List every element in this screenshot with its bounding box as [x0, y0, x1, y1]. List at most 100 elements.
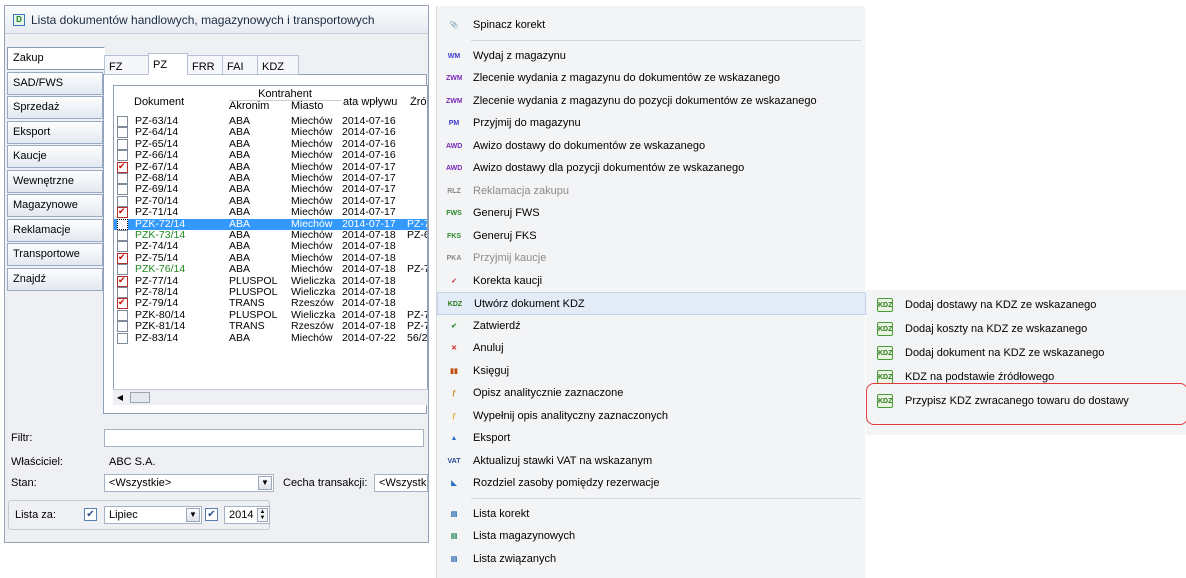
row-checkbox[interactable]	[117, 116, 128, 127]
submenu-item[interactable]: KDZ Dodaj dostawy na KDZ ze wskazanego	[866, 294, 1186, 317]
col-header-akronim[interactable]: Akronim	[229, 100, 269, 112]
kdz-icon: KDZ	[877, 298, 893, 312]
row-checkbox[interactable]	[117, 127, 128, 139]
sidebar-item-transportowe[interactable]: Transportowe	[7, 243, 103, 266]
row-checkbox[interactable]	[117, 297, 128, 310]
menu-item[interactable]: ◣ Rozdziel zasoby pomiędzy rezerwacje	[437, 472, 866, 495]
row-checkbox[interactable]	[117, 332, 128, 344]
filter-input[interactable]	[104, 429, 424, 447]
menu-item[interactable]: ▮▮ Księguj	[437, 360, 866, 383]
table-row[interactable]: PZ-74/14 ABA Miechów 2014-07-18	[114, 241, 427, 253]
submenu-item[interactable]: KDZ Dodaj dokument na KDZ ze wskazanego	[866, 342, 1186, 365]
sidebar-item-zakup[interactable]: Zakup	[7, 47, 105, 70]
menu-item[interactable]: ZWM Zlecenie wydania z magazynu do dokume…	[437, 67, 866, 90]
table-row[interactable]: PZ-67/14 ABA Miechów 2014-07-17	[114, 161, 427, 173]
menu-item[interactable]: ZWM Zlecenie wydania z magazynu do pozycj…	[437, 90, 866, 113]
table-row[interactable]: PZ-63/14 ABA Miechów 2014-07-16	[114, 116, 427, 127]
table-row[interactable]: PZ-83/14 ABA Miechów 2014-07-22 56/20	[114, 332, 427, 344]
month-dropdown-icon[interactable]: ▼	[186, 508, 200, 522]
menu-item[interactable]: ƒ Wypełnij opis analityczny zaznaczonych	[437, 405, 866, 428]
row-checkbox[interactable]	[117, 252, 128, 264]
table-row[interactable]: PZ-78/14 PLUSPOL Wieliczka 2014-07-18	[114, 287, 427, 298]
row-checkbox[interactable]	[117, 173, 128, 184]
sidebar-item-sprzeda[interactable]: Sprzedaż	[7, 96, 103, 119]
menu-item[interactable]: ✓ Korekta kaucji	[437, 270, 866, 293]
table-row[interactable]: PZ-75/14 ABA Miechów 2014-07-18	[114, 252, 427, 264]
scroll-thumb[interactable]	[130, 392, 150, 403]
transaction-feature-select[interactable]: <Wszystkie	[374, 474, 428, 492]
menu-item[interactable]: ✔ Zatwierdź	[437, 315, 866, 338]
submenu-item[interactable]: KDZ Dodaj koszty na KDZ ze wskazanego	[866, 318, 1186, 341]
menu-item[interactable]: AWD Awizo dostawy do dokumentów ze wskaza…	[437, 135, 866, 158]
table-row[interactable]: PZK-76/14 ABA Miechów 2014-07-18 PZ-75,	[114, 264, 427, 276]
row-checkbox[interactable]	[117, 161, 128, 173]
menu-item[interactable]: WM Wydaj z magazynu	[437, 45, 866, 68]
table-row[interactable]: PZ-68/14 ABA Miechów 2014-07-17	[114, 173, 427, 184]
tab-frr[interactable]: FRR	[187, 55, 223, 75]
status-dropdown-icon[interactable]: ▼	[258, 476, 272, 490]
sidebar-item-reklamacje[interactable]: Reklamacje	[7, 218, 103, 242]
table-row[interactable]: PZ-70/14 ABA Miechów 2014-07-17	[114, 195, 427, 207]
row-checkbox[interactable]	[117, 321, 128, 333]
table-row[interactable]: PZ-69/14 ABA Miechów 2014-07-17	[114, 184, 427, 196]
row-checkbox[interactable]	[117, 206, 128, 219]
menu-item[interactable]: KDZ Utwórz dokument KDZ	[437, 292, 866, 315]
col-header-dokument[interactable]: Dokument	[134, 96, 184, 108]
table-row[interactable]: PZ-71/14 ABA Miechów 2014-07-17	[114, 206, 427, 219]
row-checkbox[interactable]	[117, 241, 128, 253]
year-checkbox[interactable]: ✔	[205, 508, 218, 521]
menu-item[interactable]: ▲ Eksport	[437, 427, 866, 450]
table-row[interactable]: PZK-72/14 ABA Miechów 2014-07-17 PZ-71	[114, 218, 427, 230]
menu-item[interactable]: ▤ Lista magazynowych	[437, 525, 866, 548]
row-checkbox[interactable]	[117, 287, 128, 298]
status-select[interactable]: <Wszystkie>	[104, 474, 274, 492]
tab-fai[interactable]: FAI	[222, 55, 258, 75]
col-header-data[interactable]: ata wpływu	[343, 96, 407, 108]
row-checkbox[interactable]	[117, 150, 128, 162]
horizontal-scrollbar[interactable]: ◀	[113, 389, 428, 405]
menu-item[interactable]: FKS Generuj FKS	[437, 225, 866, 248]
menu-item[interactable]: VAT Aktualizuj stawki VAT na wskazanym	[437, 450, 866, 473]
cell-receipt-date: 2014-07-18	[342, 252, 396, 264]
table-row[interactable]: PZK-80/14 PLUSPOL Wieliczka 2014-07-18 PZ-77…	[114, 309, 427, 321]
tab-pz[interactable]: PZ	[148, 53, 188, 75]
row-checkbox[interactable]	[117, 138, 128, 150]
tab-fz[interactable]: FZ	[104, 55, 149, 75]
menu-item[interactable]: 📎 Spinacz korekt	[437, 14, 866, 37]
year-stepper-icon[interactable]: ▲ ▼	[257, 508, 268, 522]
table-row[interactable]: PZ-79/14 TRANS Rzeszów 2014-07-18	[114, 297, 427, 310]
table-row[interactable]: PZ-66/14 ABA Miechów 2014-07-16	[114, 150, 427, 162]
documents-grid[interactable]: Dokument Kontrahent Akronim Miasto ata w…	[113, 85, 428, 405]
row-checkbox[interactable]	[117, 275, 128, 287]
row-checkbox[interactable]	[117, 195, 128, 207]
menu-item[interactable]: ✕ Anuluj	[437, 337, 866, 360]
row-checkbox[interactable]	[117, 218, 128, 230]
sidebar-item-magazynowe[interactable]: Magazynowe	[7, 194, 103, 217]
sidebar-item-sadfws[interactable]: SAD/FWS	[7, 71, 103, 95]
sidebar-item-znajd[interactable]: Znajdź	[7, 267, 103, 291]
menu-item[interactable]: ƒ Opisz analitycznie zaznaczone	[437, 382, 866, 405]
table-row[interactable]: PZ-65/14 ABA Miechów 2014-07-16	[114, 138, 427, 150]
table-row[interactable]: PZK-73/14 ABA Miechów 2014-07-18 PZ-67,	[114, 230, 427, 241]
month-checkbox[interactable]: ✔	[84, 508, 97, 521]
table-row[interactable]: PZK-81/14 TRANS Rzeszów 2014-07-18 PZ-79,	[114, 321, 427, 333]
row-checkbox[interactable]	[117, 184, 128, 196]
menu-item[interactable]: ▤ Lista związanych	[437, 548, 866, 571]
table-row[interactable]: PZ-77/14 PLUSPOL Wieliczka 2014-07-18	[114, 275, 427, 287]
row-checkbox[interactable]	[117, 309, 128, 321]
menu-item[interactable]: AWD Awizo dostawy dla pozycji dokumentów …	[437, 157, 866, 180]
sidebar-item-wewntrzne[interactable]: Wewnętrzne	[7, 169, 103, 193]
menu-item[interactable]: FWS Generuj FWS	[437, 202, 866, 225]
col-header-miasto[interactable]: Miasto	[291, 100, 323, 112]
menu-item[interactable]: ▤ Lista korekt	[437, 503, 866, 526]
row-checkbox[interactable]	[117, 264, 128, 276]
sidebar-item-kaucje[interactable]: Kaucje	[7, 145, 103, 168]
row-checkbox[interactable]	[117, 230, 128, 241]
menu-item-label: Księguj	[473, 364, 510, 377]
tab-kdz[interactable]: KDZ	[257, 55, 299, 75]
menu-item[interactable]: PM Przyjmij do magazynu	[437, 112, 866, 135]
scroll-left-icon[interactable]: ◀	[114, 392, 126, 404]
col-header-zrodlo[interactable]: Źródło	[410, 96, 427, 108]
table-row[interactable]: PZ-64/14 ABA Miechów 2014-07-16	[114, 127, 427, 139]
sidebar-item-eksport[interactable]: Eksport	[7, 120, 103, 144]
